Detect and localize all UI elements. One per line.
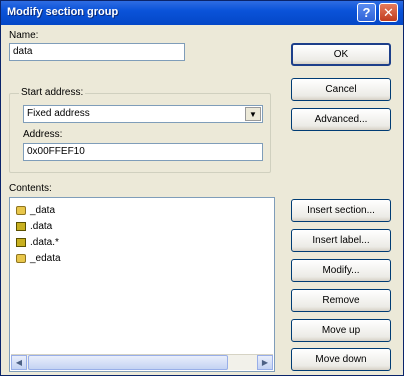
title-bar[interactable]: Modify section group ? ✕ [1, 1, 403, 25]
close-button[interactable]: ✕ [379, 3, 398, 22]
list-item-label: _edata [30, 252, 61, 264]
modify-section-group-dialog: Modify section group ? ✕ Name: data Star… [0, 0, 404, 376]
advanced-button[interactable]: Advanced... [291, 108, 391, 131]
modify-button[interactable]: Modify... [291, 259, 391, 282]
address-input[interactable]: 0x00FFEF10 [23, 143, 263, 161]
window-title: Modify section group [7, 6, 119, 18]
insert-section-button[interactable]: Insert section... [291, 199, 391, 222]
scrollbar-thumb[interactable] [28, 355, 228, 370]
chevron-down-icon[interactable]: ▼ [245, 107, 261, 121]
name-label: Name: [9, 30, 39, 41]
list-item[interactable]: _edata [16, 250, 61, 266]
remove-button[interactable]: Remove [291, 289, 391, 312]
move-up-button[interactable]: Move up [291, 319, 391, 342]
close-icon: ✕ [383, 4, 394, 20]
insert-label-button[interactable]: Insert label... [291, 229, 391, 252]
ok-button[interactable]: OK [291, 43, 391, 66]
contents-label: Contents: [9, 183, 52, 194]
list-item-label: _data [30, 204, 56, 216]
cancel-button[interactable]: Cancel [291, 78, 391, 101]
section-icon [16, 237, 26, 247]
start-address-dropdown[interactable]: Fixed address ▼ [23, 105, 263, 123]
help-button[interactable]: ? [357, 3, 376, 22]
scroll-right-icon[interactable]: ▶ [257, 355, 273, 370]
list-item[interactable]: _data [16, 202, 55, 218]
list-item-label: .data [30, 220, 53, 232]
folder-icon [16, 253, 26, 263]
list-item-label: .data.* [30, 236, 59, 248]
address-label: Address: [23, 129, 63, 140]
scroll-left-icon[interactable]: ◀ [11, 355, 27, 370]
section-icon [16, 221, 26, 231]
list-item[interactable]: .data.* [16, 234, 59, 250]
contents-list[interactable]: _data .data .data.* _edata ◀ ▶ [9, 197, 275, 372]
move-down-button[interactable]: Move down [291, 348, 391, 371]
help-icon: ? [362, 5, 371, 20]
start-address-label: Start address: [19, 87, 86, 98]
start-address-selected: Fixed address [27, 108, 90, 119]
list-item[interactable]: .data [16, 218, 52, 234]
name-input[interactable]: data [9, 43, 185, 61]
horizontal-scrollbar[interactable]: ◀ ▶ [11, 354, 273, 370]
folder-icon [16, 205, 26, 215]
